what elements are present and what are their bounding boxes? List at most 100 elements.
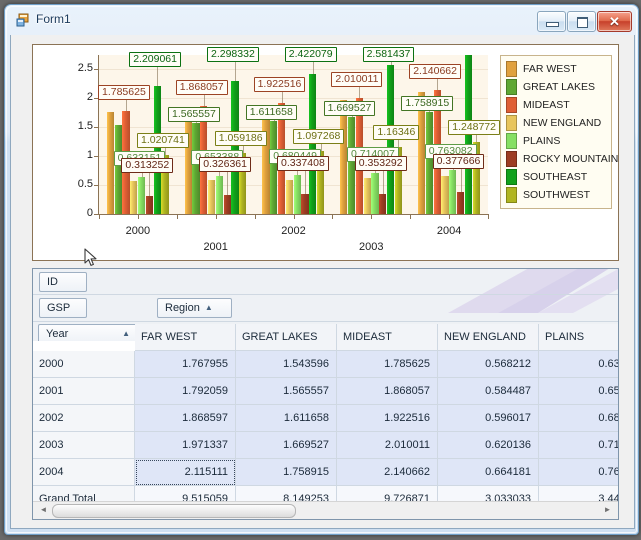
label-stem	[235, 60, 236, 82]
close-icon: ✕	[609, 14, 620, 29]
table-cell[interactable]: 1.767955	[135, 351, 236, 378]
chart-control[interactable]: 0 0.5 1 1.5 2 2.5 2000 2001 2002 2003 2004 1.7856…	[32, 44, 619, 261]
table-cell[interactable]: 0.620136	[438, 432, 539, 459]
legend-item[interactable]: PLAINS	[506, 132, 560, 149]
data-label: 0.353292	[354, 155, 407, 171]
table-cell[interactable]: 0.6804	[539, 405, 618, 432]
table-cell[interactable]: 1.669527	[236, 432, 337, 459]
row-header[interactable]: 2001	[33, 378, 135, 405]
y-axis-tick-mark	[94, 69, 98, 71]
column-header[interactable]: MIDEAST	[337, 324, 438, 351]
label-stem	[460, 167, 462, 193]
table-cell[interactable]: 2.140662	[337, 459, 438, 486]
scroll-right-arrow-icon[interactable]: ►	[599, 502, 616, 518]
row-header[interactable]: 2002	[33, 405, 135, 432]
table-cell[interactable]: 1.868597	[135, 405, 236, 432]
table-cell[interactable]: 1.611658	[236, 405, 337, 432]
column-header[interactable]: GREAT LAKES	[236, 324, 337, 351]
data-label: 2.209061	[129, 52, 181, 68]
table-cell[interactable]: 1.868057	[337, 378, 438, 405]
bar	[379, 193, 387, 214]
bar	[285, 179, 294, 214]
x-axis-tick-label: 2001	[203, 241, 228, 253]
minimize-button[interactable]	[537, 11, 566, 32]
y-axis-tick-mark	[94, 185, 98, 187]
legend-item-label: ROCKY MOUNTAIN	[523, 152, 619, 165]
table-cell[interactable]: 1.792059	[135, 378, 236, 405]
legend-item[interactable]: SOUTHEAST	[506, 168, 587, 185]
table-cell[interactable]: 1.543596	[236, 351, 337, 378]
x-axis-tick-mark	[215, 215, 217, 219]
table-cell[interactable]: 2.115111	[135, 459, 236, 486]
table-cell[interactable]: 0.6331	[539, 351, 618, 378]
legend-item[interactable]: FAR WEST	[506, 60, 577, 77]
horizontal-scrollbar[interactable]: ◄ ►	[33, 501, 618, 519]
table-cell[interactable]: 1.758915	[236, 459, 337, 486]
bar	[456, 192, 465, 214]
pivot-grid-control[interactable]: ID GSP Region ▲ Year ▲ FAR WEST GREAT LAK…	[32, 268, 619, 520]
x-axis-tick-label: 2004	[436, 225, 462, 237]
y-axis-tick-mark	[94, 127, 98, 129]
scrollbar-thumb[interactable]	[52, 504, 296, 518]
legend-color-swatch	[506, 114, 517, 131]
field-button-id[interactable]: ID	[39, 272, 87, 292]
row-header[interactable]: 2003	[33, 432, 135, 459]
bar	[363, 178, 371, 214]
table-cell[interactable]: 1.922516	[337, 405, 438, 432]
legend-item[interactable]: ROCKY MOUNTAIN	[506, 150, 618, 167]
table-cell[interactable]: 2.010011	[337, 432, 438, 459]
data-label: 1.669527	[323, 101, 376, 117]
title-bar[interactable]: Form1 ✕	[5, 5, 638, 35]
x-axis-tick-mark	[332, 215, 334, 219]
table-cell[interactable]: 0.7630	[539, 459, 618, 486]
legend-color-swatch	[506, 60, 517, 77]
table-cell[interactable]: 0.584487	[438, 378, 539, 405]
table-cell[interactable]: 0.568212	[438, 351, 539, 378]
column-header[interactable]: FAR WEST	[135, 324, 236, 351]
field-button-region-label: Region	[165, 302, 200, 314]
bar	[293, 174, 301, 214]
data-label: 0.377666	[432, 154, 485, 170]
table-cell[interactable]: 1.565557	[236, 378, 337, 405]
label-stem	[305, 169, 306, 195]
field-button-gsp[interactable]: GSP	[39, 298, 87, 318]
chart-legend[interactable]: FAR WEST GREAT LAKES MIDEAST NEW ENGLAND PLA…	[500, 55, 618, 209]
field-button-year[interactable]: Year ▲	[38, 324, 138, 341]
y-axis-tick-mark	[94, 156, 98, 158]
data-label: 2.298332	[207, 47, 259, 63]
column-header[interactable]: NEW ENGLAND	[438, 324, 539, 351]
header-divider-1	[33, 294, 618, 295]
x-axis-tick-label: 2003	[359, 241, 384, 253]
legend-item[interactable]: GREAT LAKES	[506, 78, 595, 95]
y-axis-tick-label: 1.5	[77, 120, 93, 133]
close-button[interactable]: ✕	[597, 11, 632, 32]
x-axis-tick-mark	[410, 215, 412, 219]
y-axis-tick-mark	[94, 214, 98, 215]
data-label: 1.758915	[401, 96, 454, 112]
table-cell[interactable]: 0.6533	[539, 378, 618, 405]
y-axis-tick-label: 0	[86, 207, 93, 219]
column-header[interactable]: PLAINS	[539, 324, 618, 351]
table-cell[interactable]: 0.664181	[438, 459, 539, 486]
table-cell[interactable]: 0.596017	[438, 405, 539, 432]
bar	[153, 86, 161, 214]
sort-ascending-icon: ▲	[122, 329, 130, 338]
table-cell[interactable]: 0.7140	[539, 432, 618, 459]
window-title: Form1	[36, 12, 71, 26]
table-cell[interactable]: 1.785625	[337, 351, 438, 378]
legend-item[interactable]: SOUTHWEST	[506, 186, 590, 203]
label-stem	[312, 60, 314, 74]
bar	[449, 169, 457, 214]
maximize-button[interactable]	[567, 11, 596, 32]
x-axis-tick-label: 2000	[125, 225, 151, 237]
legend-item[interactable]: MIDEAST	[506, 96, 570, 113]
client-area: 0 0.5 1 1.5 2 2.5 2000 2001 2002 2003 2004 1.7856…	[10, 35, 635, 529]
row-header[interactable]: 2004	[33, 459, 135, 486]
table-cell[interactable]: 1.971337	[135, 432, 236, 459]
legend-item[interactable]: NEW ENGLAND	[506, 114, 601, 131]
x-axis-tick-mark	[137, 215, 139, 219]
data-label: 1.020741	[137, 132, 189, 148]
field-button-region[interactable]: Region ▲	[157, 298, 232, 318]
scroll-left-arrow-icon[interactable]: ◄	[35, 502, 52, 518]
row-header[interactable]: 2000	[33, 351, 135, 378]
